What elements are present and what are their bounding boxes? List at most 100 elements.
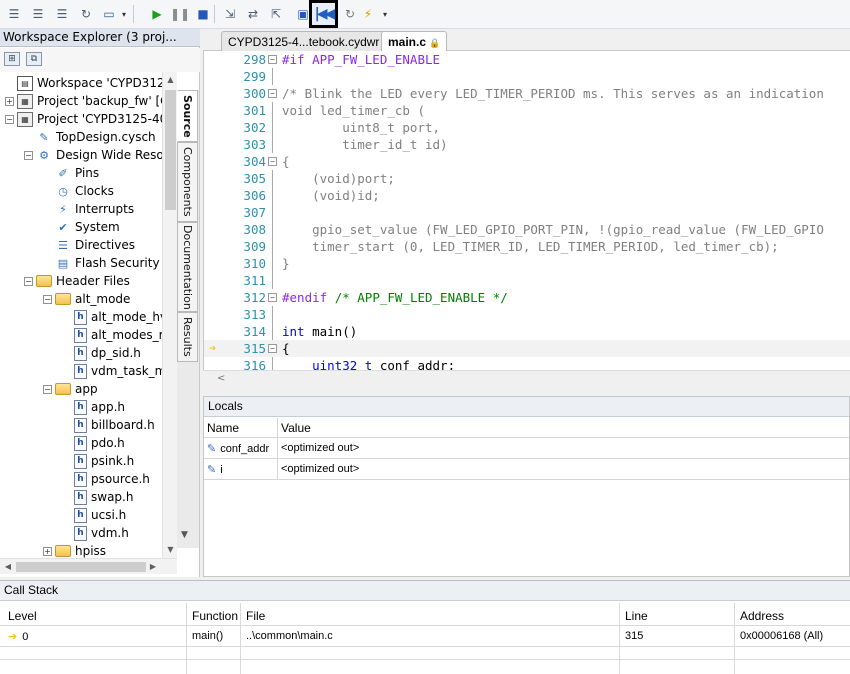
tree-item[interactable]: ▤ Workspace 'CYPD3125-40 (17, 74, 162, 92)
tab-main-c[interactable]: main.c 🔒 (381, 31, 448, 52)
toolbar-overflow-icon[interactable]: ▾ (122, 10, 129, 24)
local-value[interactable]: <optimized out> (278, 438, 849, 459)
code-line[interactable]: 299 (204, 68, 850, 85)
tree-item[interactable]: h ucsi.h (74, 506, 126, 524)
collapse-icon[interactable]: − (24, 150, 33, 160)
code-line[interactable]: 314 int main() (204, 323, 850, 340)
call-stack-function[interactable]: main() (186, 627, 229, 647)
tab-documentation[interactable]: Documentation (177, 222, 198, 312)
tab-components[interactable]: Components (177, 142, 198, 222)
pause-icon[interactable]: ❚❚ (170, 4, 190, 24)
call-stack-header-file[interactable]: File (240, 606, 271, 626)
code-line[interactable]: 309 timer_start (0, LED_TIMER_ID, LED_TI… (204, 238, 850, 255)
collapse-icon[interactable]: − (24, 276, 33, 286)
tree-item[interactable]: h pdo.h (74, 434, 125, 452)
uncomment-icon[interactable]: ↻ (76, 4, 96, 24)
call-stack-header-address[interactable]: Address (734, 606, 790, 626)
tab-scroll-down-icon[interactable]: ▼ (181, 530, 188, 540)
tree-item[interactable]: h vdm.h (74, 524, 129, 542)
collapse-icon[interactable]: − (43, 384, 52, 394)
tab-cydwr[interactable]: CYPD3125-4...tebook.cydwr🔒 (221, 31, 401, 51)
tab-results[interactable]: Results (177, 312, 198, 362)
fold-toggle-icon[interactable]: − (268, 157, 277, 166)
scroll-thumb[interactable] (16, 562, 146, 572)
scroll-up-icon[interactable]: ▲ (163, 72, 178, 88)
tree-item[interactable]: ✎ TopDesign.cysch (36, 128, 155, 146)
expand-icon[interactable]: + (5, 96, 14, 106)
tree-item[interactable]: − ⚙ Design Wide Resou (24, 146, 162, 164)
code-line[interactable]: 303 timer_id_t id) (204, 136, 850, 153)
refresh-icon[interactable]: ↻ (340, 4, 360, 24)
code-line[interactable]: 308 gpio_set_value (FW_LED_GPIO_PORT_PIN… (204, 221, 850, 238)
tree-item[interactable]: − Header Files (24, 272, 130, 290)
tree-vertical-scrollbar[interactable]: ▲ ▼ (162, 72, 177, 558)
program-icon[interactable]: ⚡ (358, 4, 378, 24)
code-line[interactable]: 302 uint8_t port, (204, 119, 850, 136)
tree-item[interactable]: − app (43, 380, 98, 398)
code-line[interactable]: 312− #endif /* APP_FW_LED_ENABLE */ (204, 289, 850, 306)
scroll-left-icon[interactable]: ◀ (0, 559, 16, 575)
run-icon[interactable]: ▶ (147, 4, 167, 24)
tree-item[interactable]: ✐ Pins (55, 164, 99, 182)
locals-header-name[interactable]: Name (204, 418, 278, 438)
expand-icon[interactable]: + (43, 546, 52, 556)
window-icon[interactable]: ▭ (99, 4, 119, 24)
step-into-icon[interactable]: ⇲ (220, 4, 240, 24)
fold-toggle-icon[interactable]: − (268, 55, 277, 64)
fold-toggle-icon[interactable]: − (268, 89, 277, 98)
code-line[interactable]: 313 (204, 306, 850, 323)
editor-horizontal-scrollbar[interactable]: < (203, 370, 850, 386)
code-line[interactable]: 300−/* Blink the LED every LED_TIMER_PER… (204, 85, 850, 102)
call-stack-file[interactable]: ..\common\main.c (240, 627, 339, 647)
code-line[interactable]: 310} (204, 255, 850, 272)
tree-item[interactable]: h psource.h (74, 470, 150, 488)
fold-toggle-icon[interactable]: − (268, 344, 277, 353)
tree-item[interactable]: h psink.h (74, 452, 134, 470)
tree-item[interactable]: ✔ System (55, 218, 119, 236)
code-line[interactable]: 304−{ (204, 153, 850, 170)
step-over-icon[interactable]: ⇄ (243, 4, 263, 24)
stop-icon[interactable]: ■ (193, 4, 213, 24)
call-stack-level[interactable]: ➔ 0 (2, 627, 34, 647)
tree-item[interactable]: h dp_sid.h (74, 344, 141, 362)
tree-item[interactable]: ▤ Flash Security (55, 254, 160, 272)
call-stack-address[interactable]: 0x00006168 (All) (734, 627, 829, 647)
outdent-icon[interactable]: ☰ (28, 4, 48, 24)
step-out-icon[interactable]: ⇱ (266, 4, 286, 24)
add-item-icon[interactable]: ⊞ (4, 52, 20, 66)
call-stack-line[interactable]: 315 (619, 627, 649, 647)
tree-item[interactable]: ◷ Clocks (55, 182, 114, 200)
toolbar-overflow-icon[interactable]: ▾ (383, 10, 390, 24)
tree-item[interactable]: − alt_mode (43, 290, 130, 308)
code-editor[interactable]: 298− #if APP_FW_LED_ENABLE 299 300−/* Blink… (203, 51, 850, 386)
tree-item[interactable]: + ▦ Project 'backup_fw' [C (5, 92, 162, 110)
tree-item[interactable]: h alt_modes_r (74, 326, 162, 344)
indent-icon[interactable]: ☰ (4, 4, 24, 24)
local-value[interactable]: <optimized out> (278, 459, 849, 480)
code-line[interactable]: 307 (204, 204, 850, 221)
restart-debug-button[interactable]: |◀◀ (309, 0, 338, 28)
table-row[interactable]: ✎ i (204, 459, 278, 480)
collapse-icon[interactable]: − (43, 294, 52, 304)
code-line[interactable]: ➔ 315−{ (204, 340, 850, 357)
tree-item[interactable]: h alt_mode_hv (74, 308, 162, 326)
tree-item[interactable]: h vdm_task_m (74, 362, 162, 380)
call-stack-header-function[interactable]: Function (186, 606, 244, 626)
tree-item[interactable]: − ▦ Project 'CYPD3125-40 (5, 110, 162, 128)
tree-horizontal-scrollbar[interactable]: ◀ ▶ (0, 558, 177, 574)
call-stack-header-level[interactable]: Level (2, 606, 43, 626)
tree-item[interactable]: ⚡ Interrupts (55, 200, 134, 218)
scroll-right-icon[interactable]: ▶ (145, 559, 161, 575)
table-row[interactable]: ✎ conf_addr (204, 438, 278, 459)
tree-item[interactable]: h billboard.h (74, 416, 155, 434)
code-line[interactable]: 311 (204, 272, 850, 289)
code-line[interactable]: 305 (void)port; (204, 170, 850, 187)
add-existing-icon[interactable]: ⧉ (26, 52, 42, 66)
scroll-down-icon[interactable]: ▼ (163, 542, 178, 558)
tree-item[interactable]: + hpiss (43, 542, 106, 558)
code-line[interactable]: 306 (void)id; (204, 187, 850, 204)
code-line[interactable]: 301 void led_timer_cb ( (204, 102, 850, 119)
tree-item[interactable]: ☰ Directives (55, 236, 135, 254)
tree-item[interactable]: h app.h (74, 398, 125, 416)
tab-source[interactable]: Source (177, 90, 198, 142)
